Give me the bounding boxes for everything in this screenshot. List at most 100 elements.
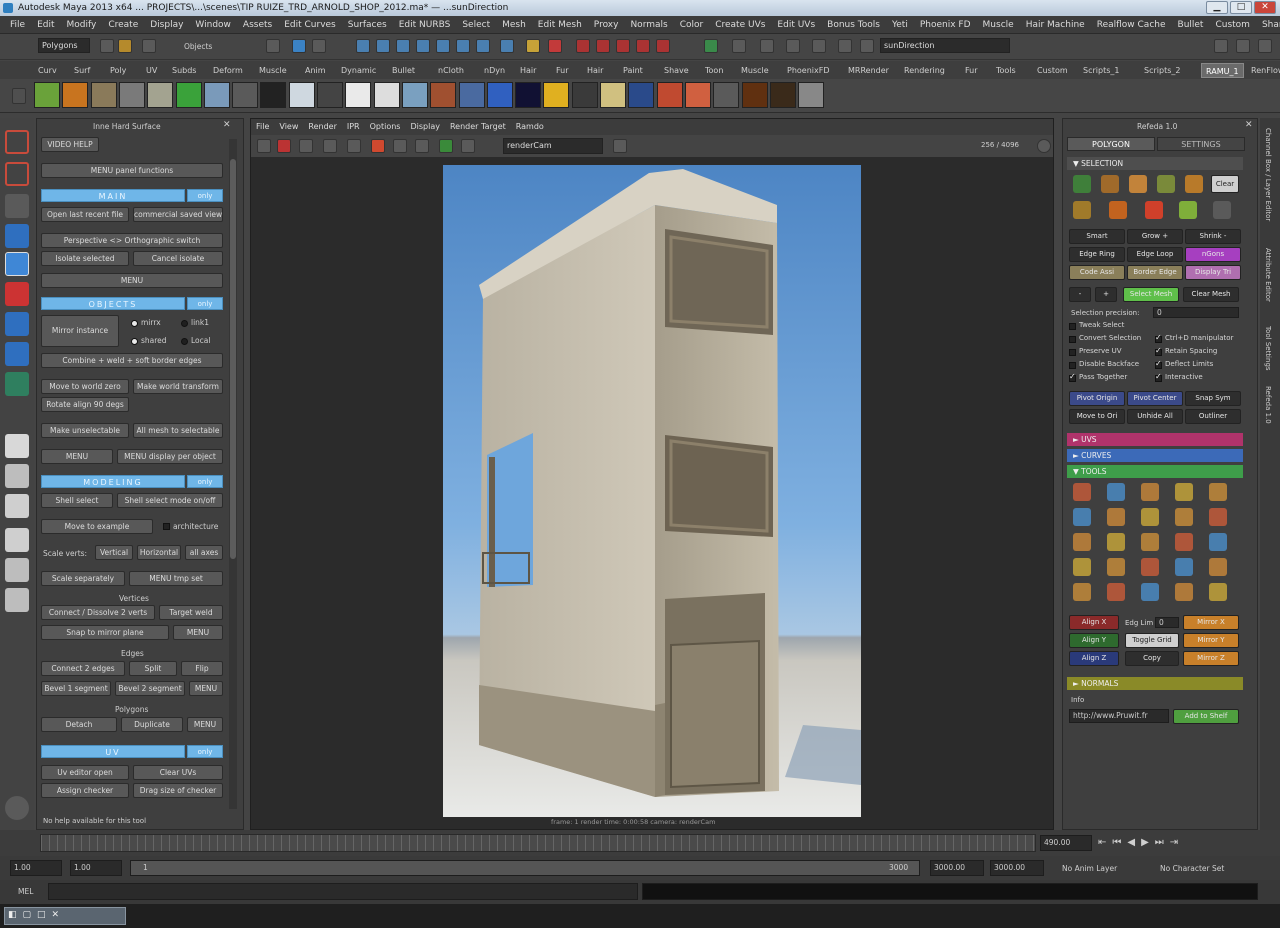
photo-studio-icon[interactable] [628,82,655,108]
rust-icon[interactable] [430,82,457,108]
mirror-x-button[interactable]: Mirror X [1183,615,1239,630]
refeda-close-icon[interactable]: ✕ [1245,120,1253,130]
grass-icon[interactable] [401,82,428,108]
render-menu-7[interactable]: Ramdo [511,119,549,135]
alpha-channel-icon[interactable] [393,139,407,153]
align-y-button[interactable]: Align Y [1069,633,1119,648]
render-settings-icon[interactable] [812,39,826,53]
objects-only-toggle[interactable]: only [187,297,223,310]
move-icon[interactable] [5,224,29,248]
tab-polygon[interactable]: POLYGON [1067,137,1155,151]
camera-dropdown[interactable]: renderCam [503,138,603,154]
menu-21[interactable]: Muscle [977,16,1020,33]
shelf-tab-23[interactable]: Tools [992,63,1020,78]
cancel-isolate-button[interactable]: Cancel isolate [133,251,223,266]
single-perspective-layout-icon[interactable] [5,434,29,458]
panel-close-icon[interactable]: ✕ [223,120,231,130]
tool-icon-3-1[interactable] [1107,558,1125,576]
tools-section-header[interactable]: ▼ TOOLS [1067,465,1243,478]
scale-all-axes-button[interactable]: all axes [185,545,223,560]
select-mesh-button[interactable]: Select Mesh [1123,287,1179,302]
select-face-icon[interactable] [1129,175,1147,193]
tool-icon-2-1[interactable] [1107,533,1125,551]
menu-15[interactable]: Color [674,16,710,33]
clear-selection-button[interactable]: Clear [1211,175,1239,193]
minimized-window-tab[interactable]: ◧▢□✕ [4,907,126,925]
option-checkbox-6[interactable] [1155,359,1162,369]
shelf-tab-10[interactable]: nCloth [434,63,468,78]
real-size-icon[interactable] [415,139,429,153]
cloud-icon[interactable] [288,82,315,108]
menu-7[interactable]: Edit Curves [278,16,342,33]
shelf-tab-15[interactable]: Paint [619,63,647,78]
tool-icon-2-0[interactable] [1073,533,1091,551]
shelf-tab-0[interactable]: Curv [34,63,61,78]
smart-select-button[interactable]: Smart [1069,229,1125,244]
lasso-icon[interactable] [5,162,29,186]
option-checkbox-2[interactable] [1155,333,1162,343]
range-slider-bar[interactable]: 1 3000 [130,860,920,876]
menu-16[interactable]: Create UVs [709,16,771,33]
shelf-menu-icon[interactable] [12,88,26,104]
start-time-field[interactable]: 1.00 [10,860,62,876]
pivot-center-button[interactable]: Pivot Center [1127,391,1183,406]
move-to-origin-button[interactable]: Move to Ori [1069,409,1125,424]
menu-2[interactable]: Modify [61,16,103,33]
make-world-transform-button[interactable]: Make world transform [133,379,223,394]
shelf-tab-7[interactable]: Anim [301,63,330,78]
end-time-field[interactable]: 3000.00 [990,860,1044,876]
space-icon[interactable] [515,82,542,108]
move-to-example-button[interactable]: Move to example [41,519,153,534]
shelf-tab-1[interactable]: Surf [70,63,94,78]
vertices-menu-button[interactable]: MENU [173,625,223,640]
minimize-button[interactable]: ▁ [1206,1,1228,14]
edge-limit-field[interactable]: 0 [1155,617,1179,628]
close-button[interactable]: ✕ [1254,1,1276,14]
selection-plus-button[interactable]: + [1095,287,1117,302]
menu-set-dropdown[interactable]: Polygons [38,38,90,53]
uvs-section-header[interactable]: ► UVS [1067,433,1243,446]
render-menu-5[interactable]: Display [405,119,445,135]
show-manip-icon[interactable] [5,372,29,396]
paint-select-icon[interactable] [5,194,29,218]
sun-icon[interactable] [543,82,570,108]
tool-icon-3-4[interactable] [1209,558,1227,576]
shelf-tab-3[interactable]: UV [142,63,161,78]
tool-icon-4-3[interactable] [1175,583,1193,601]
stop-render-icon[interactable] [277,139,291,153]
scale-separately-button[interactable]: Scale separately [41,571,125,586]
menu-3[interactable]: Create [102,16,144,33]
option-checkbox-8[interactable] [1155,372,1162,382]
input-mode-icon[interactable] [860,39,874,53]
mask-handle-icon[interactable] [356,39,370,53]
shelf-tab-17[interactable]: Toon [701,63,727,78]
region-render-icon[interactable] [347,139,361,153]
combine-weld-button[interactable]: Combine + weld + soft border edges [41,353,223,368]
select-uv-icon[interactable] [1157,175,1175,193]
shelf-tab-9[interactable]: Bullet [388,63,419,78]
water-icon[interactable] [458,82,485,108]
show-tool-settings-icon[interactable] [1236,39,1250,53]
shelf-tab-19[interactable]: PhoenixFD [783,63,834,78]
shelf-tab-20[interactable]: MRRender [844,63,893,78]
show-attribute-editor-icon[interactable] [1214,39,1228,53]
split-button[interactable]: Split [129,661,177,676]
tool-icon-2-4[interactable] [1209,533,1227,551]
menu-26[interactable]: Share [1256,16,1280,33]
texture-plaster-icon[interactable] [147,82,174,108]
connect-dissolve-button[interactable]: Connect / Dissolve 2 verts [41,605,155,620]
menu-10[interactable]: Select [456,16,496,33]
mirror-y-button[interactable]: Mirror Y [1183,633,1239,648]
menu-5[interactable]: Window [189,16,237,33]
option-checkbox-4[interactable] [1155,346,1162,356]
modeling-only-toggle[interactable]: only [187,475,223,488]
quick-select-field[interactable]: sunDirection [880,38,1010,53]
side-tab-1[interactable]: Attribute Editor [1264,248,1272,302]
render-menu-2[interactable]: Render [303,119,341,135]
leaves-icon[interactable] [345,82,372,108]
uv-editor-button[interactable]: Uv editor open [41,765,129,780]
panel-scrollbar-thumb[interactable] [230,159,236,559]
snap-curve-icon[interactable] [596,39,610,53]
render-menu-4[interactable]: Options [365,119,406,135]
shelf-tab-16[interactable]: Shave [660,63,693,78]
